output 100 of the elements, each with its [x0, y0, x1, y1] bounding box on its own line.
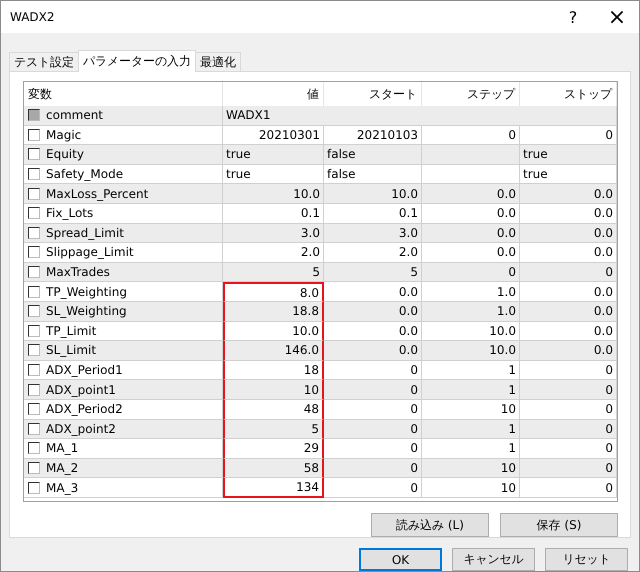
dialog-button[interactable]: OK [359, 548, 442, 571]
parameter-name: MA_3 [46, 480, 78, 495]
dialog-button[interactable]: リセット [545, 548, 628, 571]
table-cell: 8.0 [223, 282, 324, 302]
checkbox[interactable] [28, 286, 40, 298]
parameter-name: Equity [46, 147, 84, 162]
table-cell: 0 [520, 458, 617, 478]
table-cell: 134 [223, 478, 324, 498]
checkbox[interactable] [28, 344, 40, 356]
table-cell: 10.0 [324, 184, 422, 204]
parameter-name: SL_Weighting [46, 304, 127, 318]
table-cell: false [324, 145, 422, 165]
table-cell: 10 [422, 400, 520, 420]
table-cell: 1 [422, 439, 520, 459]
table-cell: 10.0 [223, 184, 324, 204]
table-cell: 1 [422, 380, 520, 400]
parameter-name: ADX_point1 [46, 382, 116, 397]
table-cell: 20210301 [223, 126, 324, 146]
table-cell: 5 [324, 262, 422, 282]
parameter-name: TP_Limit [46, 324, 96, 338]
parameter-name: MaxTrades [46, 265, 110, 280]
table-cell: 18 [223, 360, 324, 380]
checkbox[interactable] [28, 207, 40, 220]
parameter-name: ADX_Period2 [46, 402, 123, 416]
checkbox[interactable] [28, 384, 40, 396]
checkbox[interactable] [28, 442, 40, 454]
dialog-button[interactable]: キャンセル [452, 548, 535, 571]
table-cell: 0.1 [223, 204, 324, 224]
table-cell: 0.1 [324, 204, 422, 224]
checkbox[interactable] [28, 188, 40, 200]
table-cell: 3.0 [223, 224, 324, 244]
table-cell: 0.0 [520, 282, 617, 302]
parameter-name: Magic [46, 128, 82, 142]
table-cell: 1.0 [422, 302, 520, 322]
panel-button[interactable]: 読み込み (L) [371, 513, 489, 537]
table-cell: 0 [324, 478, 422, 498]
table-cell: 0.0 [422, 243, 520, 263]
table-cell: 1 [422, 420, 520, 440]
checkbox[interactable] [28, 482, 40, 494]
parameter-name: MA_1 [46, 441, 78, 456]
table-cell: 10.0 [422, 322, 520, 342]
table-cell: 0 [324, 458, 422, 478]
table-cell: 10.0 [223, 322, 324, 342]
tab[interactable]: 最適化 [195, 52, 241, 71]
table-cell: 18.8 [223, 302, 324, 322]
table-cell: 0.0 [520, 184, 617, 204]
checkbox[interactable] [28, 422, 40, 435]
panel-button[interactable]: 保存 (S) [500, 513, 618, 537]
checkbox[interactable] [28, 266, 40, 278]
table-cell: 0 [520, 420, 617, 440]
parameter-name: Spread_Limit [46, 226, 124, 240]
help-button[interactable]: ? [551, 1, 595, 33]
table-cell: 146.0 [223, 341, 324, 361]
checkbox[interactable] [28, 226, 40, 239]
table-cell: 0 [324, 400, 422, 420]
checkbox[interactable] [28, 462, 40, 474]
table-cell: 0.0 [324, 341, 422, 361]
table-cell: 0 [520, 478, 617, 498]
parameter-name: Fix_Lots [46, 206, 94, 220]
table-cell: 2.0 [223, 243, 324, 263]
checkbox[interactable] [28, 128, 40, 141]
parameter-name: comment [46, 108, 104, 122]
table-cell: 0.0 [520, 224, 617, 244]
table-cell: false [324, 164, 422, 184]
checkbox[interactable] [28, 364, 40, 376]
tab[interactable]: パラメーターの入力 [78, 50, 196, 72]
parameter-name: MaxLoss_Percent [46, 186, 148, 201]
table-cell: 0 [520, 262, 617, 282]
table-cell: 0 [324, 380, 422, 400]
table-cell: 5 [223, 262, 324, 282]
table-cell: 0 [422, 262, 520, 282]
checkbox[interactable] [28, 305, 40, 318]
table-cell: 20210103 [324, 126, 422, 146]
checkbox[interactable] [28, 246, 40, 258]
table-cell: WADX1 [223, 106, 617, 126]
table-cell: 58 [223, 458, 324, 478]
parameter-name: Safety_Mode [46, 167, 124, 182]
table-cell: 29 [223, 439, 324, 459]
parameter-name: TP_Weighting [46, 284, 127, 299]
table-cell: 0.0 [520, 204, 617, 224]
table-cell: 0.0 [324, 302, 422, 322]
table-cell: 0.0 [520, 302, 617, 322]
checkbox[interactable] [28, 403, 40, 416]
parameter-name: Slippage_Limit [46, 245, 134, 260]
checkbox[interactable] [28, 148, 40, 160]
table-cell: 0 [324, 420, 422, 440]
table-cell: 10.0 [422, 341, 520, 361]
table-cell: 0 [324, 360, 422, 380]
tab[interactable]: テスト設定 [9, 52, 79, 71]
table-cell: 10 [422, 458, 520, 478]
table-cell: true [223, 145, 324, 165]
table-cell: 48 [223, 400, 324, 420]
parameter-name: SL_Limit [46, 343, 96, 358]
checkbox[interactable] [28, 324, 40, 337]
close-button[interactable]: × [595, 1, 639, 33]
checkbox[interactable] [28, 168, 40, 180]
table-cell: 0.0 [324, 282, 422, 302]
parameter-name: MA_2 [46, 460, 78, 475]
table-cell: 0 [324, 439, 422, 459]
table-cell: 10 [223, 380, 324, 400]
